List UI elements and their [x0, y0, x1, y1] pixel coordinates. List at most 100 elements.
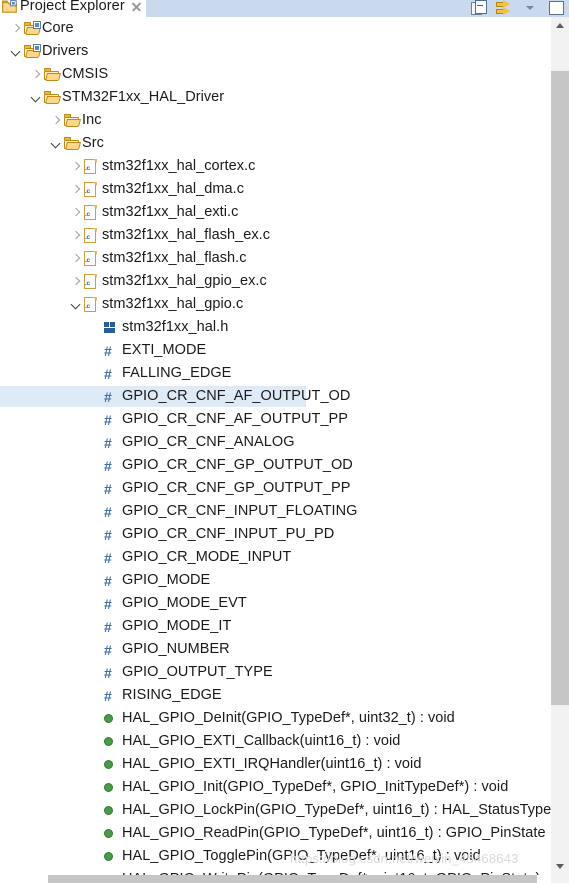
tree-item[interactable]: # GPIO_NUMBER: [0, 638, 551, 661]
project-explorer-tree[interactable]: Core Drivers CMSIS STM32F1xx_HAL_Driver Inc S…: [0, 17, 551, 875]
tree-item[interactable]: # GPIO_OUTPUT_TYPE: [0, 661, 551, 684]
tree-twisty-spacer: [88, 661, 104, 684]
link-with-editor-button[interactable]: [491, 0, 517, 17]
tree-item[interactable]: HAL_GPIO_WritePin(GPIO_TypeDef*, uint16_…: [0, 868, 551, 875]
c-file-icon: .c: [84, 297, 97, 312]
source-folder-icon: [24, 21, 41, 35]
tree-item[interactable]: CMSIS: [0, 63, 551, 86]
close-icon[interactable]: [131, 1, 142, 12]
tree-twisty-closed-icon[interactable]: [48, 109, 64, 132]
tree-item[interactable]: # GPIO_CR_CNF_AF_OUTPUT_PP: [0, 408, 551, 431]
tree-twisty-spacer: [88, 569, 104, 592]
tree-item[interactable]: # GPIO_CR_CNF_GP_OUTPUT_PP: [0, 477, 551, 500]
tree-item-label: stm32f1xx_hal_flash_ex.c: [102, 227, 271, 243]
tree-twisty-spacer: [88, 500, 104, 523]
tree-item[interactable]: # GPIO_CR_CNF_AF_OUTPUT_OD: [0, 385, 551, 408]
tree-item[interactable]: # FALLING_EDGE: [0, 362, 551, 385]
tree-twisty-closed-icon[interactable]: [68, 270, 84, 293]
tree-twisty-closed-icon[interactable]: [28, 63, 44, 86]
tree-item[interactable]: Drivers: [0, 40, 551, 63]
tree-twisty-spacer: [88, 362, 104, 385]
tree-item-label: GPIO_CR_CNF_AF_OUTPUT_PP: [122, 411, 348, 427]
tree-item[interactable]: .c stm32f1xx_hal_gpio.c: [0, 293, 551, 316]
tree-twisty-spacer: [88, 638, 104, 661]
tree-item[interactable]: HAL_GPIO_TogglePin(GPIO_TypeDef*, uint16…: [0, 845, 551, 868]
tree-twisty-open-icon[interactable]: [8, 40, 24, 63]
tree-twisty-closed-icon[interactable]: [68, 224, 84, 247]
tree-item-label: GPIO_MODE: [122, 572, 211, 588]
tree-item[interactable]: stm32f1xx_hal.h: [0, 316, 551, 339]
collapse-all-button[interactable]: [465, 0, 491, 17]
macro-icon: #: [104, 664, 112, 681]
tab-project-explorer[interactable]: Project Explorer: [0, 0, 146, 17]
link-with-editor-icon: [495, 0, 513, 15]
tree-twisty-open-icon[interactable]: [48, 132, 64, 155]
tree-twisty-spacer: [88, 845, 104, 868]
tree-item[interactable]: # GPIO_CR_CNF_ANALOG: [0, 431, 551, 454]
tree-item[interactable]: .c stm32f1xx_hal_gpio_ex.c: [0, 270, 551, 293]
folder-icon: [64, 137, 81, 150]
tree-twisty-closed-icon[interactable]: [68, 201, 84, 224]
tree-item-label: GPIO_NUMBER: [122, 641, 230, 657]
tree-item-label: stm32f1xx_hal_exti.c: [102, 204, 239, 220]
tree-item[interactable]: .c stm32f1xx_hal_exti.c: [0, 201, 551, 224]
tree-item[interactable]: Src: [0, 132, 551, 155]
tree-twisty-closed-icon[interactable]: [68, 155, 84, 178]
tree-item[interactable]: Core: [0, 17, 551, 40]
tree-item-label: stm32f1xx_hal.h: [122, 319, 229, 335]
tree-item-label: GPIO_CR_CNF_GP_OUTPUT_OD: [122, 457, 353, 473]
tree-twisty-spacer: [88, 546, 104, 569]
tree-item[interactable]: # EXTI_MODE: [0, 339, 551, 362]
tree-twisty-closed-icon[interactable]: [8, 17, 24, 40]
tree-twisty-spacer: [88, 799, 104, 822]
tree-twisty-open-icon[interactable]: [28, 86, 44, 109]
tree-item[interactable]: HAL_GPIO_ReadPin(GPIO_TypeDef*, uint16_t…: [0, 822, 551, 845]
scroll-down-arrow-icon[interactable]: [551, 858, 569, 875]
tree-twisty-spacer: [88, 316, 104, 339]
horizontal-scrollbar-thumb[interactable]: [48, 875, 537, 883]
tree-item[interactable]: # GPIO_CR_MODE_INPUT: [0, 546, 551, 569]
view-menu-button[interactable]: [517, 0, 543, 17]
tree-item-label: Inc: [82, 112, 102, 128]
tree-twisty-spacer: [88, 776, 104, 799]
vertical-scrollbar-thumb[interactable]: [551, 71, 569, 705]
tree-item-label: GPIO_OUTPUT_TYPE: [122, 664, 273, 680]
tree-item[interactable]: HAL_GPIO_DeInit(GPIO_TypeDef*, uint32_t)…: [0, 707, 551, 730]
macro-icon: #: [104, 388, 112, 405]
tree-item[interactable]: # GPIO_MODE: [0, 569, 551, 592]
tree-item[interactable]: Inc: [0, 109, 551, 132]
tree-item[interactable]: # RISING_EDGE: [0, 684, 551, 707]
tree-twisty-spacer: [88, 868, 104, 875]
tree-item[interactable]: HAL_GPIO_Init(GPIO_TypeDef*, GPIO_InitTy…: [0, 776, 551, 799]
tree-twisty-closed-icon[interactable]: [68, 178, 84, 201]
horizontal-scrollbar[interactable]: [0, 875, 551, 883]
tree-item[interactable]: HAL_GPIO_LockPin(GPIO_TypeDef*, uint16_t…: [0, 799, 551, 822]
tree-item-label: stm32f1xx_hal_gpio_ex.c: [102, 273, 267, 289]
tree-item-label: GPIO_MODE_EVT: [122, 595, 247, 611]
tree-twisty-open-icon[interactable]: [68, 293, 84, 316]
macro-icon: #: [104, 526, 112, 543]
tree-item[interactable]: .c stm32f1xx_hal_dma.c: [0, 178, 551, 201]
tree-item[interactable]: # GPIO_MODE_EVT: [0, 592, 551, 615]
macro-icon: #: [104, 365, 112, 382]
tree-item[interactable]: # GPIO_CR_CNF_INPUT_FLOATING: [0, 500, 551, 523]
tree-item[interactable]: .c stm32f1xx_hal_flash_ex.c: [0, 224, 551, 247]
tree-twisty-closed-icon[interactable]: [68, 247, 84, 270]
tree-item[interactable]: .c stm32f1xx_hal_cortex.c: [0, 155, 551, 178]
tree-item[interactable]: HAL_GPIO_EXTI_IRQHandler(uint16_t) : voi…: [0, 753, 551, 776]
scroll-up-arrow-icon[interactable]: [551, 17, 569, 34]
tree-item[interactable]: # GPIO_CR_CNF_GP_OUTPUT_OD: [0, 454, 551, 477]
tree-item[interactable]: HAL_GPIO_EXTI_Callback(uint16_t) : void: [0, 730, 551, 753]
tree-item[interactable]: STM32F1xx_HAL_Driver: [0, 86, 551, 109]
maximize-button[interactable]: [543, 0, 569, 17]
tree-item[interactable]: # GPIO_MODE_IT: [0, 615, 551, 638]
method-icon: [104, 829, 113, 838]
tree-item-label: HAL_GPIO_ReadPin(GPIO_TypeDef*, uint16_t…: [122, 825, 546, 841]
macro-icon: #: [104, 342, 112, 359]
tree-twisty-spacer: [88, 615, 104, 638]
tab-label: Project Explorer: [20, 0, 125, 14]
tree-item-label: HAL_GPIO_LockPin(GPIO_TypeDef*, uint16_t…: [122, 802, 551, 818]
tree-item[interactable]: .c stm32f1xx_hal_flash.c: [0, 247, 551, 270]
tree-item[interactable]: # GPIO_CR_CNF_INPUT_PU_PD: [0, 523, 551, 546]
vertical-scrollbar[interactable]: [551, 17, 569, 875]
